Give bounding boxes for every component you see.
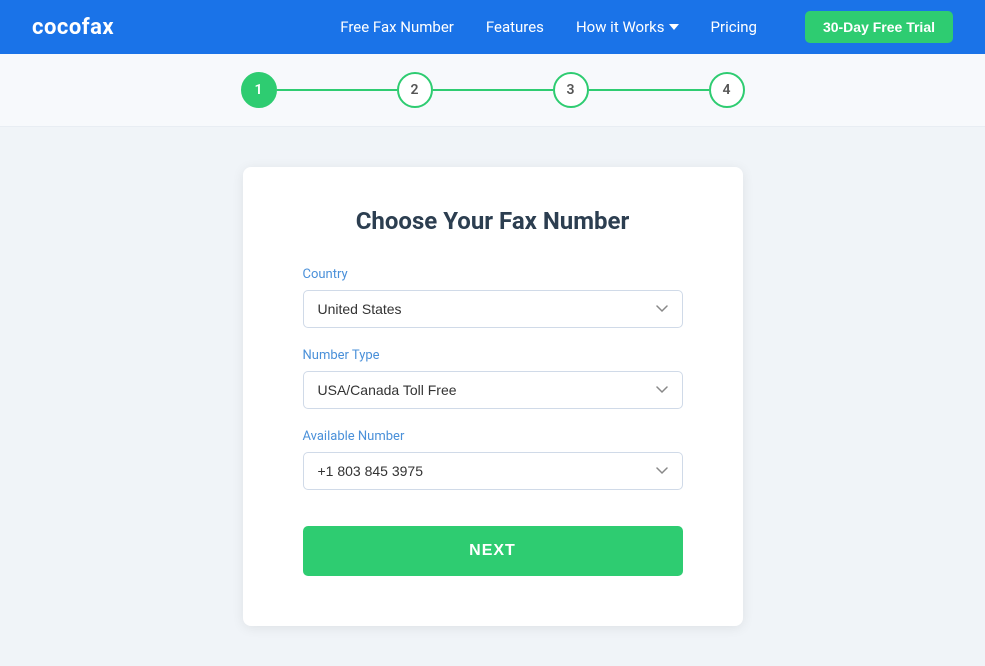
trial-button[interactable]: 30-Day Free Trial [805,11,953,43]
chevron-down-icon [669,24,679,30]
progress-bar-section: 1 2 3 4 [0,54,985,127]
main-content: Choose Your Fax Number Country United St… [0,127,985,666]
available-number-label: Available Number [303,429,683,444]
nav-features[interactable]: Features [486,18,544,36]
step-line-3 [589,89,709,91]
step-1[interactable]: 1 [241,72,277,108]
card: Choose Your Fax Number Country United St… [243,167,743,626]
logo: cocofax [32,15,114,40]
step-line-1 [277,89,397,91]
step-3[interactable]: 3 [553,72,589,108]
number-type-group: Number Type USA/Canada Toll Free Local I… [303,348,683,409]
next-button[interactable]: NEXT [303,526,683,576]
step-2[interactable]: 2 [397,72,433,108]
nav: Free Fax Number Features How it Works Pr… [340,11,953,43]
steps: 1 2 3 4 [241,72,745,108]
country-select[interactable]: United States Canada United Kingdom Aust… [303,290,683,328]
available-number-select[interactable]: +1 803 845 3975 +1 803 845 3976 +1 803 8… [303,452,683,490]
header: cocofax Free Fax Number Features How it … [0,0,985,54]
nav-free-fax[interactable]: Free Fax Number [340,18,454,36]
step-4[interactable]: 4 [709,72,745,108]
card-title: Choose Your Fax Number [303,207,683,235]
available-number-group: Available Number +1 803 845 3975 +1 803 … [303,429,683,490]
country-group: Country United States Canada United King… [303,267,683,328]
number-type-label: Number Type [303,348,683,363]
step-line-2 [433,89,553,91]
country-label: Country [303,267,683,282]
number-type-select[interactable]: USA/Canada Toll Free Local International [303,371,683,409]
nav-how-it-works[interactable]: How it Works [576,18,679,36]
nav-pricing[interactable]: Pricing [711,18,757,36]
